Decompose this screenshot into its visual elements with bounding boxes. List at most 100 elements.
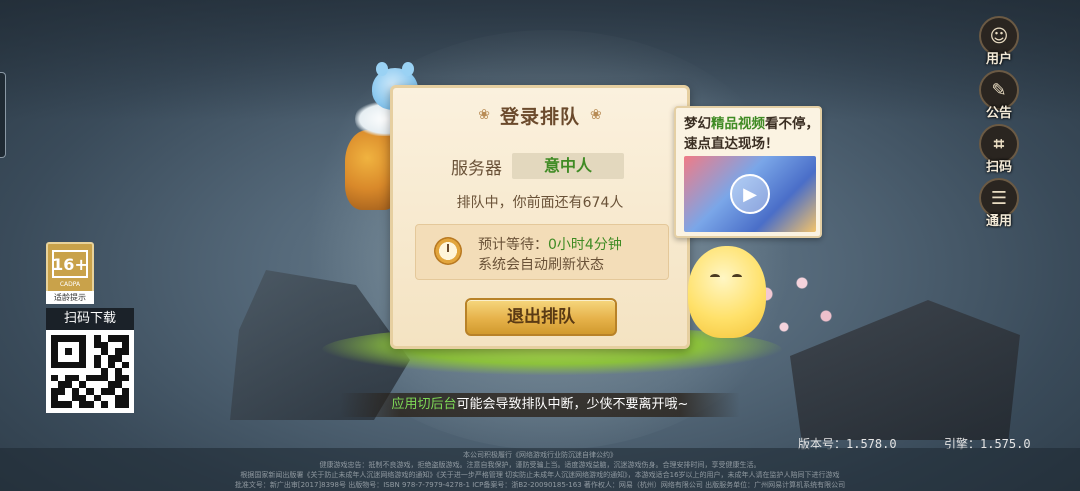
scan-button[interactable]: ⌗ 扫码 bbox=[976, 124, 1022, 175]
qr-module bbox=[51, 374, 59, 382]
qr-module bbox=[65, 394, 73, 402]
legal-line-4: 批准文号：新广出审[2017]8398号 出版物号：ISBN 978-7-797… bbox=[234, 481, 846, 489]
qr-module bbox=[121, 348, 129, 355]
swirl-left-icon: ❀ bbox=[478, 107, 490, 123]
qr-module bbox=[114, 348, 122, 355]
qr-module bbox=[86, 401, 94, 408]
legal-line-1: 本公司积极履行《网络游戏行业防沉迷自律公约》 bbox=[463, 451, 617, 459]
mascot-eye-left bbox=[710, 274, 720, 280]
qr-module bbox=[72, 335, 80, 342]
background-warning: 应用切后台可能会导致排队中断，少侠不要离开哦~ bbox=[340, 393, 740, 417]
user-button[interactable]: ☺ 用户 bbox=[976, 16, 1022, 67]
qr-module bbox=[107, 335, 115, 342]
server-name: 意中人 bbox=[512, 153, 624, 179]
qr-module bbox=[100, 394, 108, 402]
qr-module bbox=[79, 388, 87, 395]
general-label: 通用 bbox=[985, 214, 1012, 229]
qr-module bbox=[107, 361, 115, 369]
qr-module bbox=[121, 361, 129, 369]
qr-module bbox=[93, 341, 101, 349]
dialog-header: ❀ 登录排队 ❀ bbox=[393, 100, 687, 130]
qr-module bbox=[86, 374, 94, 382]
qr-module bbox=[100, 401, 108, 408]
qr-module bbox=[93, 335, 101, 342]
exit-queue-button[interactable]: 退出排队 bbox=[465, 298, 617, 336]
play-icon[interactable]: ▶ bbox=[730, 174, 770, 214]
qr-module bbox=[79, 374, 87, 382]
swirl-right-icon: ❀ bbox=[590, 107, 602, 123]
qr-module bbox=[86, 335, 94, 342]
qr-module bbox=[79, 341, 87, 349]
qr-module bbox=[65, 361, 73, 369]
qr-module bbox=[114, 388, 122, 395]
qr-module bbox=[93, 361, 101, 369]
qr-module bbox=[86, 381, 94, 389]
qr-module bbox=[72, 394, 80, 402]
qr-module bbox=[114, 394, 122, 402]
age-rating-badge[interactable]: 16+ CADPA 适龄提示 bbox=[46, 242, 94, 304]
qr-module bbox=[93, 368, 101, 375]
qr-module bbox=[121, 368, 129, 375]
qr-module bbox=[79, 335, 87, 342]
qr-module bbox=[107, 388, 115, 395]
qr-module bbox=[72, 388, 80, 395]
qr-module bbox=[72, 361, 80, 369]
qr-module bbox=[65, 374, 73, 382]
warning-text: 可能会导致排队中断，少侠不要离开哦~ bbox=[456, 397, 689, 412]
legal-line-2: 健康游戏忠告：抵制不良游戏，拒绝盗版游戏。注意自我保护，谨防受骗上当。适度游戏益… bbox=[319, 461, 761, 469]
qr-module bbox=[51, 341, 59, 349]
qr-module bbox=[58, 381, 66, 389]
promo-video-thumbnail[interactable]: ▶ bbox=[684, 156, 816, 232]
qr-module bbox=[114, 354, 122, 362]
server-label: 服务器 bbox=[451, 158, 502, 179]
legal-line-3: 根据国家新闻出版署《关于防止未成年人沉迷网络游戏的通知》《关于进一步严格管理 切… bbox=[240, 471, 840, 479]
qr-module bbox=[58, 388, 66, 395]
qr-module bbox=[86, 388, 94, 395]
qr-module bbox=[121, 401, 129, 408]
qr-module bbox=[51, 381, 59, 389]
qr-module bbox=[114, 381, 122, 389]
qr-module bbox=[79, 394, 87, 402]
qr-module bbox=[58, 341, 66, 349]
qr-module bbox=[86, 341, 94, 349]
general-button[interactable]: ☰ 通用 bbox=[976, 178, 1022, 229]
wait-info-box: 预计等待：0小时4分钟 系统会自动刷新状态 bbox=[415, 224, 669, 280]
qr-module bbox=[51, 348, 59, 355]
qr-module bbox=[65, 381, 73, 389]
notice-button[interactable]: ✎ 公告 bbox=[976, 70, 1022, 121]
qr-module bbox=[86, 368, 94, 375]
qr-module bbox=[121, 354, 129, 362]
qr-module bbox=[72, 368, 80, 375]
qr-module bbox=[114, 368, 122, 375]
qr-module bbox=[121, 388, 129, 395]
warning-highlight: 应用切后台 bbox=[391, 397, 457, 412]
queue-dialog: ❀ 登录排队 ❀ 服务器 意中人 排队中，你前面还有674人 预计等待：0小时4… bbox=[390, 85, 690, 349]
qr-module bbox=[121, 335, 129, 342]
promo-text-before: 梦幻 bbox=[684, 116, 711, 132]
left-edge-tab[interactable] bbox=[0, 72, 6, 158]
qr-module bbox=[114, 335, 122, 342]
video-promo[interactable]: 梦幻精品视频看不停，速点直达现场！ ▶ bbox=[674, 106, 822, 238]
notice-label: 公告 bbox=[985, 106, 1012, 121]
qr-download[interactable]: 扫码下载 bbox=[46, 308, 134, 413]
qr-module bbox=[86, 361, 94, 369]
qr-module bbox=[100, 374, 108, 382]
qr-module bbox=[107, 381, 115, 389]
qr-module bbox=[100, 361, 108, 369]
qr-module bbox=[121, 381, 129, 389]
qr-module bbox=[93, 394, 101, 402]
qr-code-icon bbox=[46, 330, 134, 413]
qr-module bbox=[86, 348, 94, 355]
qr-module bbox=[72, 374, 80, 382]
qr-module bbox=[58, 368, 66, 375]
wait-label: 预计等待： bbox=[478, 237, 548, 253]
qr-module bbox=[65, 388, 73, 395]
qr-module bbox=[72, 381, 80, 389]
qr-module bbox=[107, 368, 115, 375]
qr-module bbox=[93, 388, 101, 395]
qr-module bbox=[51, 354, 59, 362]
qr-module bbox=[121, 394, 129, 402]
qr-module bbox=[51, 401, 59, 408]
qr-module bbox=[51, 368, 59, 375]
qr-module bbox=[107, 374, 115, 382]
